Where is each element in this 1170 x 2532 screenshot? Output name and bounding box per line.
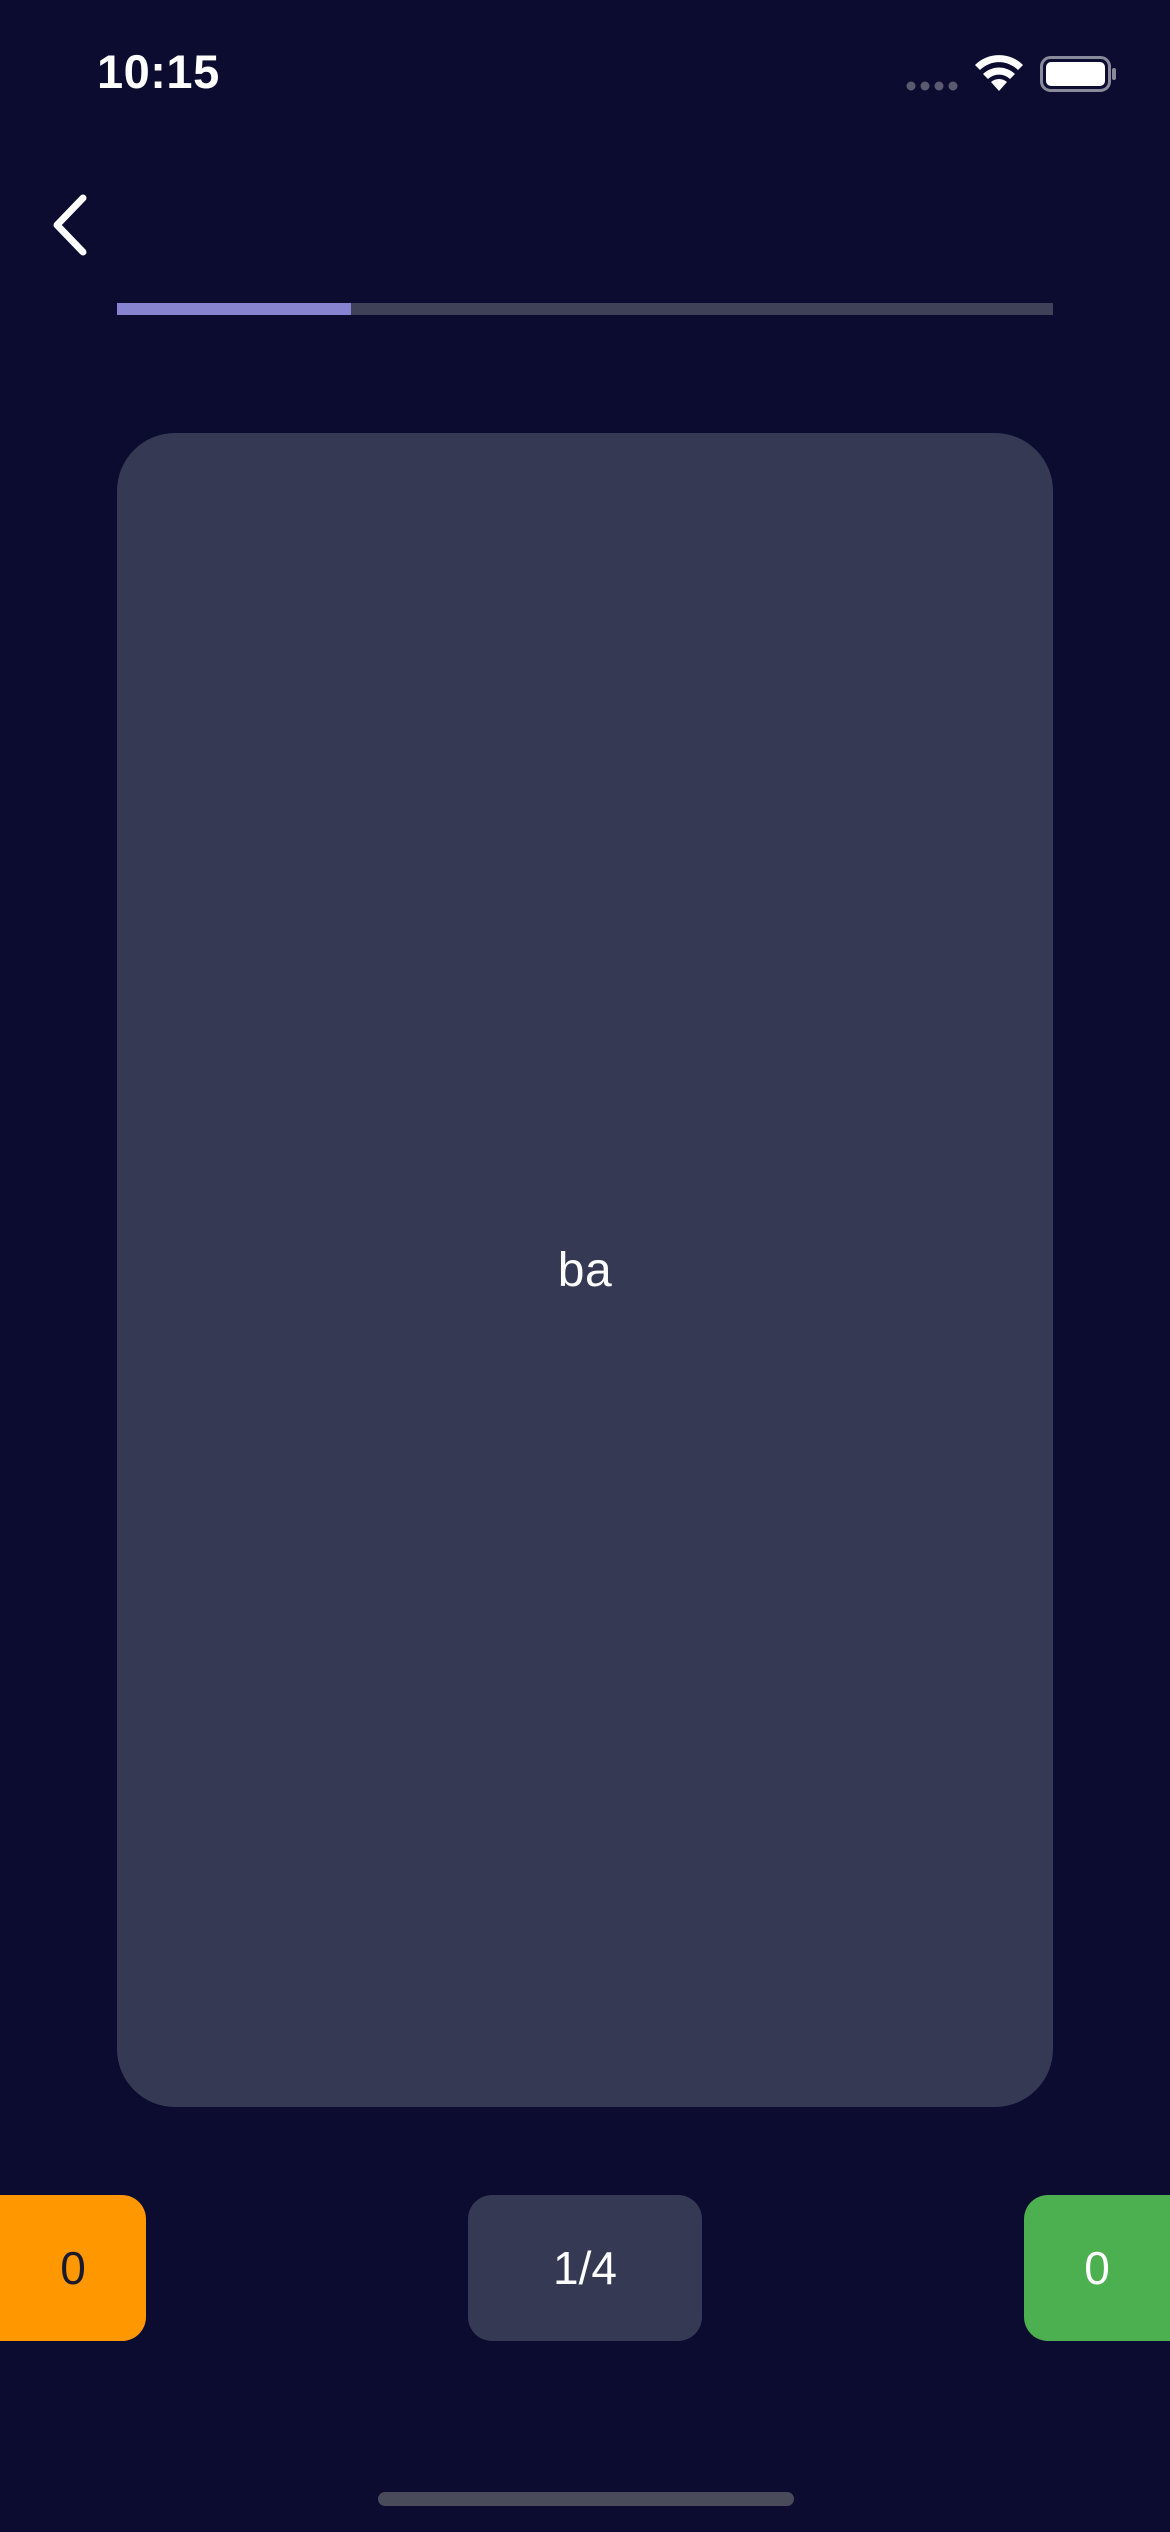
known-count: 0 xyxy=(1084,2242,1110,2294)
card-position-indicator: 1/4 xyxy=(468,2195,702,2341)
flashcard[interactable]: ba xyxy=(117,433,1053,2107)
status-bar: 10:15 xyxy=(0,0,1170,150)
wifi-icon xyxy=(975,55,1023,91)
unknown-count-button[interactable]: 0 xyxy=(0,2195,146,2341)
flashcard-word: ba xyxy=(557,1243,613,1297)
signal-icon xyxy=(906,81,958,91)
home-indicator[interactable] xyxy=(378,2492,794,2506)
back-button[interactable] xyxy=(30,180,110,270)
known-count-button[interactable]: 0 xyxy=(1024,2195,1170,2341)
card-position: 1/4 xyxy=(553,2242,617,2294)
unknown-count: 0 xyxy=(60,2242,86,2294)
battery-icon xyxy=(1040,56,1116,92)
progress-bar xyxy=(117,303,1053,315)
chevron-left-icon xyxy=(53,194,87,256)
status-time: 10:15 xyxy=(97,45,220,98)
progress-fill xyxy=(117,303,351,315)
